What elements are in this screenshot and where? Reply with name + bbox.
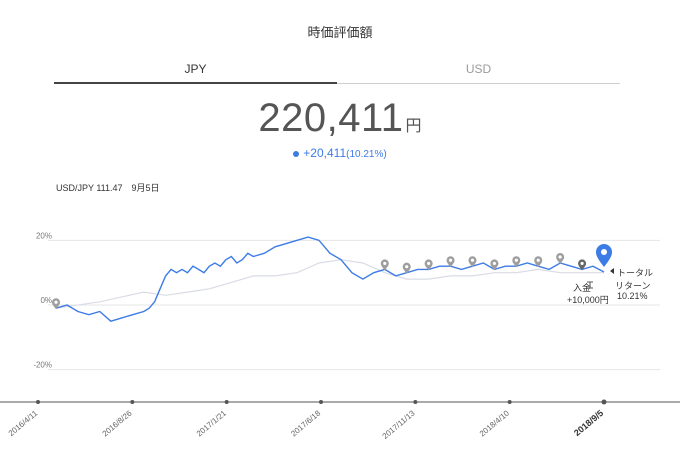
y-tick-label: 20%: [36, 231, 52, 240]
grid-layer: 20% 0% -20%: [33, 231, 660, 371]
return-label-1: トータル: [617, 268, 654, 278]
x-tick-dot: [601, 399, 607, 405]
x-tick-dot: [130, 400, 135, 404]
x-tick-label: 2018/9/5: [572, 408, 605, 438]
x-tick-label: 2017/11/13: [381, 408, 417, 441]
y-tick-label: 0%: [40, 296, 52, 305]
x-tick-label: 2016/4/11: [7, 408, 40, 438]
event-pin-icon: [556, 252, 565, 264]
x-tick-dot: [36, 400, 40, 404]
deposit-amount: +10,000円: [567, 295, 609, 305]
performance-chart[interactable]: 20%0%-20% 2016/4/11 2016/8/26 2017/1/21 201…: [0, 0, 680, 451]
x-tick-dot: [413, 400, 418, 404]
pins-layer: [52, 252, 587, 310]
x-tick-dot: [507, 400, 512, 404]
y-tick-label: -20%: [33, 361, 52, 370]
benchmark-series-line: [55, 259, 604, 309]
axis-layer: 2016/4/11 2016/8/26 2017/1/21 2017/6/18 2017…: [0, 399, 680, 441]
x-tick-label: 2016/8/26: [101, 408, 134, 438]
return-value: 10.21%: [617, 291, 648, 301]
x-tick-dot: [224, 400, 229, 404]
x-tick-dot: [319, 400, 323, 404]
location-pin-icon: [596, 244, 612, 267]
x-tick-label: 2017/1/21: [195, 408, 228, 438]
x-tick-label: 2017/6/18: [289, 408, 322, 438]
event-pin-icon: [380, 259, 389, 271]
portfolio-series-line: [55, 236, 605, 322]
x-tick-label: 2018/4/10: [478, 408, 511, 438]
arrow-left-icon: [610, 268, 614, 274]
